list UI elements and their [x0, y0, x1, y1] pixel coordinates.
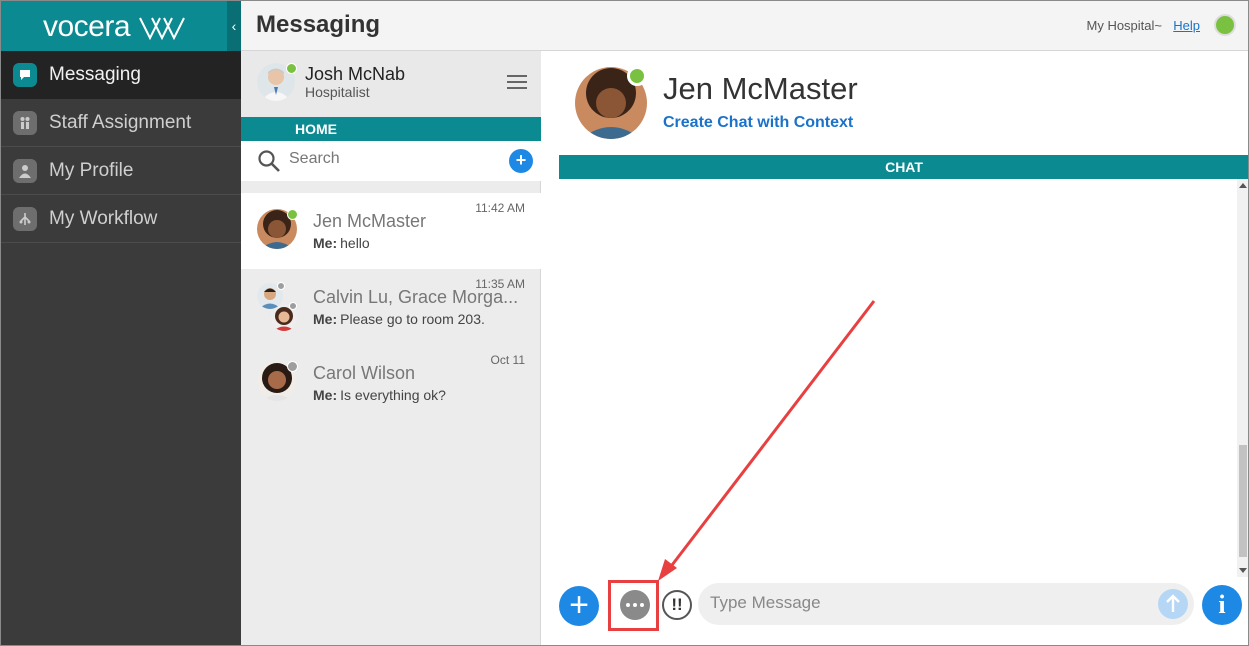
add-attachment-button[interactable]: + — [559, 586, 599, 626]
nav-item-label: My Workflow — [49, 207, 158, 229]
workflow-icon — [13, 206, 37, 231]
chat-bar: CHAT — [559, 155, 1248, 179]
conversation-list-panel: Josh McNab Hospitalist HOME + 11:42 AM J… — [241, 51, 541, 645]
message-area — [559, 179, 1237, 577]
page-title: Messaging — [256, 11, 381, 38]
search-icon — [258, 150, 280, 172]
conversation-name: Carol Wilson — [313, 363, 416, 383]
chat-pane: Jen McMaster Create Chat with Context CH… — [542, 51, 1248, 645]
conversation-item[interactable]: 11:35 AM Calvin Lu, Grace Morga... Me: Pl… — [241, 269, 541, 345]
presence-indicator — [287, 361, 298, 372]
current-user-name: Josh McNab — [305, 64, 406, 84]
message-preview: Is everything ok? — [340, 387, 446, 403]
help-link[interactable]: Help — [1173, 18, 1200, 33]
search-row: + — [241, 141, 541, 181]
nav-item-my-workflow[interactable]: My Workflow — [1, 195, 241, 243]
scroll-down-icon[interactable] — [1239, 568, 1247, 573]
vocera-mark-icon — [138, 17, 185, 41]
scroll-up-icon[interactable] — [1239, 183, 1247, 188]
user-status-indicator[interactable] — [1214, 14, 1236, 36]
arrow-up-icon — [1166, 594, 1180, 612]
conversation-preview: Me: Is everything ok? — [313, 387, 446, 403]
message-scrollbar[interactable] — [1237, 179, 1248, 577]
nav-item-label: My Profile — [49, 159, 134, 181]
sender-label: Me: — [313, 235, 338, 251]
conversation-preview: Me: Please go to room 203. — [313, 311, 485, 327]
send-button[interactable] — [1158, 589, 1188, 619]
scroll-thumb[interactable] — [1239, 445, 1247, 557]
message-preview: Please go to room 203. — [340, 311, 485, 327]
create-chat-with-context-link[interactable]: Create Chat with Context — [663, 114, 853, 132]
staff-icon — [13, 110, 37, 135]
presence-indicator — [627, 66, 647, 86]
nav-item-messaging[interactable]: Messaging — [1, 51, 241, 99]
conversation-name: Jen McMaster — [313, 211, 427, 231]
collapse-nav-button[interactable]: ‹ — [227, 1, 241, 51]
left-nav: vocera ‹ Messaging Staff Assignment My P… — [1, 1, 241, 645]
presence-indicator — [289, 302, 297, 310]
nav-item-staff-assignment[interactable]: Staff Assignment — [1, 99, 241, 147]
contact-name: Jen McMaster — [663, 71, 858, 106]
new-conversation-button[interactable]: + — [509, 149, 533, 173]
brand-header: vocera ‹ — [1, 1, 241, 51]
conversation-item[interactable]: Oct 11 Carol Wilson Me: Is everything ok? — [241, 345, 541, 421]
presence-indicator — [287, 209, 298, 220]
sender-label: Me: — [313, 387, 338, 403]
presence-indicator — [277, 282, 285, 290]
conversation-name: Calvin Lu, Grace Morga... — [313, 287, 519, 307]
conversation-preview: Me: hello — [313, 235, 370, 251]
vocera-logo: vocera — [43, 10, 186, 44]
nav-item-label: Staff Assignment — [49, 111, 192, 133]
chevron-left-icon: ‹ — [231, 18, 237, 34]
menu-icon[interactable] — [507, 75, 527, 89]
message-input-wrapper — [698, 583, 1194, 625]
hospital-selector[interactable]: My Hospital~ — [1087, 18, 1163, 33]
message-composer: + !! i — [542, 577, 1248, 645]
person-icon — [13, 158, 37, 183]
nav-item-label: Messaging — [49, 64, 141, 85]
home-bar[interactable]: HOME — [241, 117, 541, 141]
message-input[interactable] — [710, 593, 1130, 613]
annotation-highlight-box — [608, 580, 659, 631]
info-button[interactable]: i — [1202, 585, 1242, 625]
current-user-header: Josh McNab Hospitalist — [241, 51, 541, 117]
top-header: Messaging My Hospital~ Help — [241, 1, 1248, 51]
conversation-item[interactable]: 11:42 AM Jen McMaster Me: hello — [241, 193, 541, 269]
chat-bubble-icon — [13, 63, 37, 87]
urgent-priority-button[interactable]: !! — [662, 590, 692, 620]
presence-indicator — [286, 63, 297, 74]
nav-item-my-profile[interactable]: My Profile — [1, 147, 241, 195]
sender-label: Me: — [313, 311, 338, 327]
app-window: vocera ‹ Messaging Staff Assignment My P… — [0, 0, 1249, 646]
logo-text: vocera — [43, 10, 131, 43]
message-preview: hello — [340, 235, 370, 251]
current-user-role: Hospitalist — [305, 84, 370, 100]
search-input[interactable] — [289, 150, 489, 168]
